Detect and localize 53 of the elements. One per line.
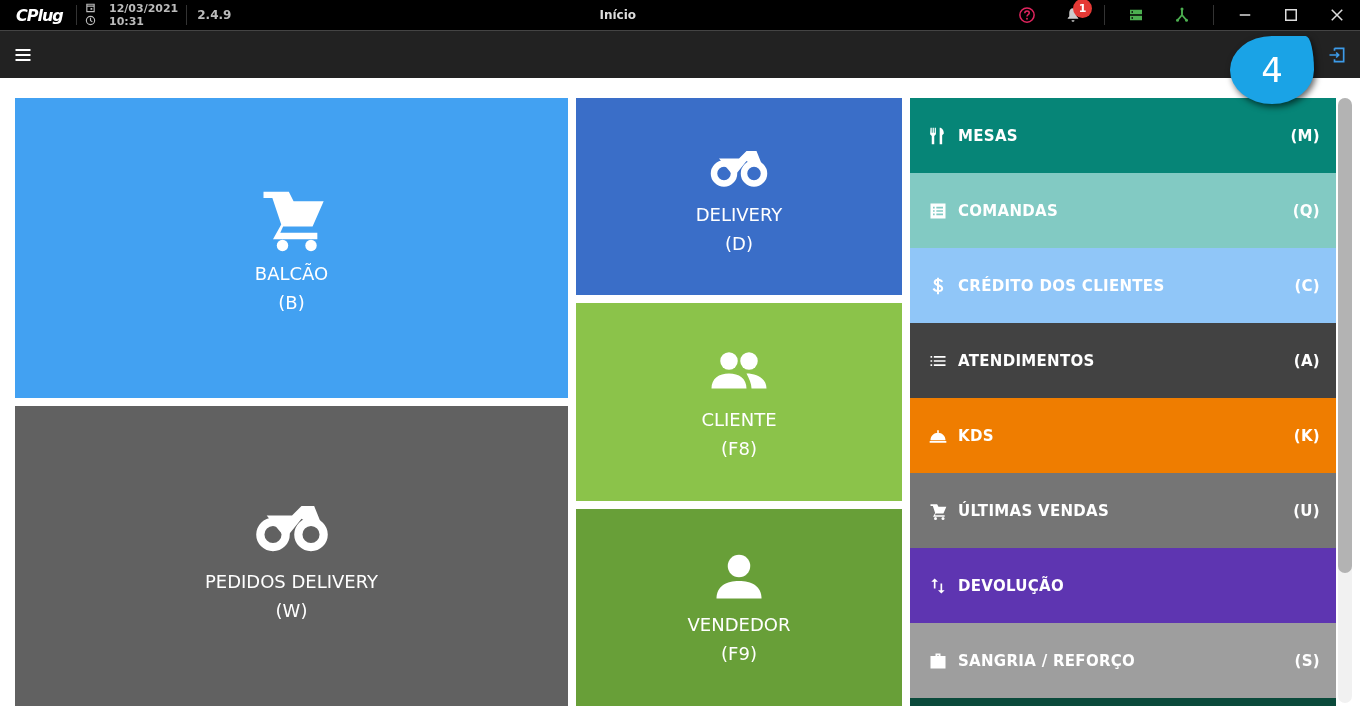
scrollbar-thumb[interactable] bbox=[1338, 98, 1352, 573]
menu-label: MESAS bbox=[958, 126, 1019, 145]
tile-shortcut: (B) bbox=[278, 291, 305, 315]
version-text: 2.4.9 bbox=[197, 8, 232, 22]
tile-label: BALCÃO bbox=[254, 262, 329, 286]
notification-badge: 1 bbox=[1073, 0, 1092, 18]
menu-item[interactable]: CRÉDITO DOS CLIENTES (C) bbox=[910, 248, 1336, 323]
tile-label: VENDEDOR bbox=[687, 613, 791, 638]
shortcut-tile[interactable]: CLIENTE (F8) bbox=[576, 303, 902, 501]
menu-shortcut: (U) bbox=[1293, 501, 1320, 520]
menu-label: CRÉDITO DOS CLIENTES bbox=[958, 276, 1166, 295]
menu-shortcut: (C) bbox=[1294, 276, 1320, 295]
menu-item[interactable]: MESAS (M) bbox=[910, 98, 1336, 173]
menu-item[interactable]: DEVOLUÇÃO bbox=[910, 548, 1336, 623]
menu-label: SANGRIA / REFORÇO bbox=[958, 651, 1137, 670]
menu-shortcut: (K) bbox=[1293, 426, 1320, 445]
menu-item[interactable]: SANGRIA / REFORÇO (S) bbox=[910, 623, 1336, 698]
menu-item[interactable]: ATENDIMENTOS (A) bbox=[910, 323, 1336, 398]
tile-label: CLIENTE bbox=[701, 408, 777, 432]
window-title: Início bbox=[598, 8, 637, 22]
shortcut-tile[interactable]: DELIVERY (D) bbox=[576, 98, 902, 296]
callout-marker: 4 bbox=[1230, 36, 1314, 104]
clock-icon bbox=[85, 15, 96, 26]
menu-shortcut: (M) bbox=[1290, 126, 1320, 145]
help-icon[interactable] bbox=[1018, 6, 1036, 24]
menu-label: COMANDAS bbox=[958, 201, 1060, 220]
calendar-icon bbox=[85, 2, 96, 13]
menu-shortcut: (A) bbox=[1293, 351, 1320, 370]
tile-shortcut: (F9) bbox=[721, 642, 757, 667]
menu-label: ATENDIMENTOS bbox=[958, 351, 1096, 370]
app-logo: CPlug bbox=[16, 5, 64, 25]
tile-shortcut: (F8) bbox=[721, 437, 757, 461]
tile-label: PEDIDOS DELIVERY bbox=[204, 570, 379, 594]
shortcut-tile[interactable]: PEDIDOS DELIVERY (W) bbox=[15, 406, 568, 706]
time-text: 10:31 bbox=[109, 15, 145, 28]
close-icon[interactable] bbox=[1328, 6, 1346, 24]
tile-shortcut: (D) bbox=[725, 231, 753, 256]
network-icon[interactable] bbox=[1173, 6, 1191, 24]
menu-label: DEVOLUÇÃO bbox=[958, 576, 1066, 595]
menu-item[interactable]: KDS (K) bbox=[910, 398, 1336, 473]
menu-item[interactable]: COMANDAS (Q) bbox=[910, 173, 1336, 248]
shortcut-tile[interactable]: VENDEDOR (F9) bbox=[576, 508, 902, 706]
tile-label: DELIVERY bbox=[695, 202, 783, 227]
shortcut-tile[interactable]: BALCÃO (B) bbox=[15, 98, 568, 398]
menu-label: KDS bbox=[958, 426, 995, 445]
maximize-icon[interactable] bbox=[1282, 6, 1300, 24]
menu-shortcut: (Q) bbox=[1292, 201, 1320, 220]
scrollbar[interactable] bbox=[1338, 98, 1352, 703]
menu-label: ÚLTIMAS VENDAS bbox=[958, 501, 1111, 520]
menu-item[interactable]: ÚLTIMAS VENDAS (U) bbox=[910, 473, 1336, 548]
menu-shortcut: (S) bbox=[1294, 651, 1320, 670]
date-text: 12/03/2021 bbox=[109, 2, 179, 15]
tile-shortcut: (W) bbox=[275, 599, 308, 623]
